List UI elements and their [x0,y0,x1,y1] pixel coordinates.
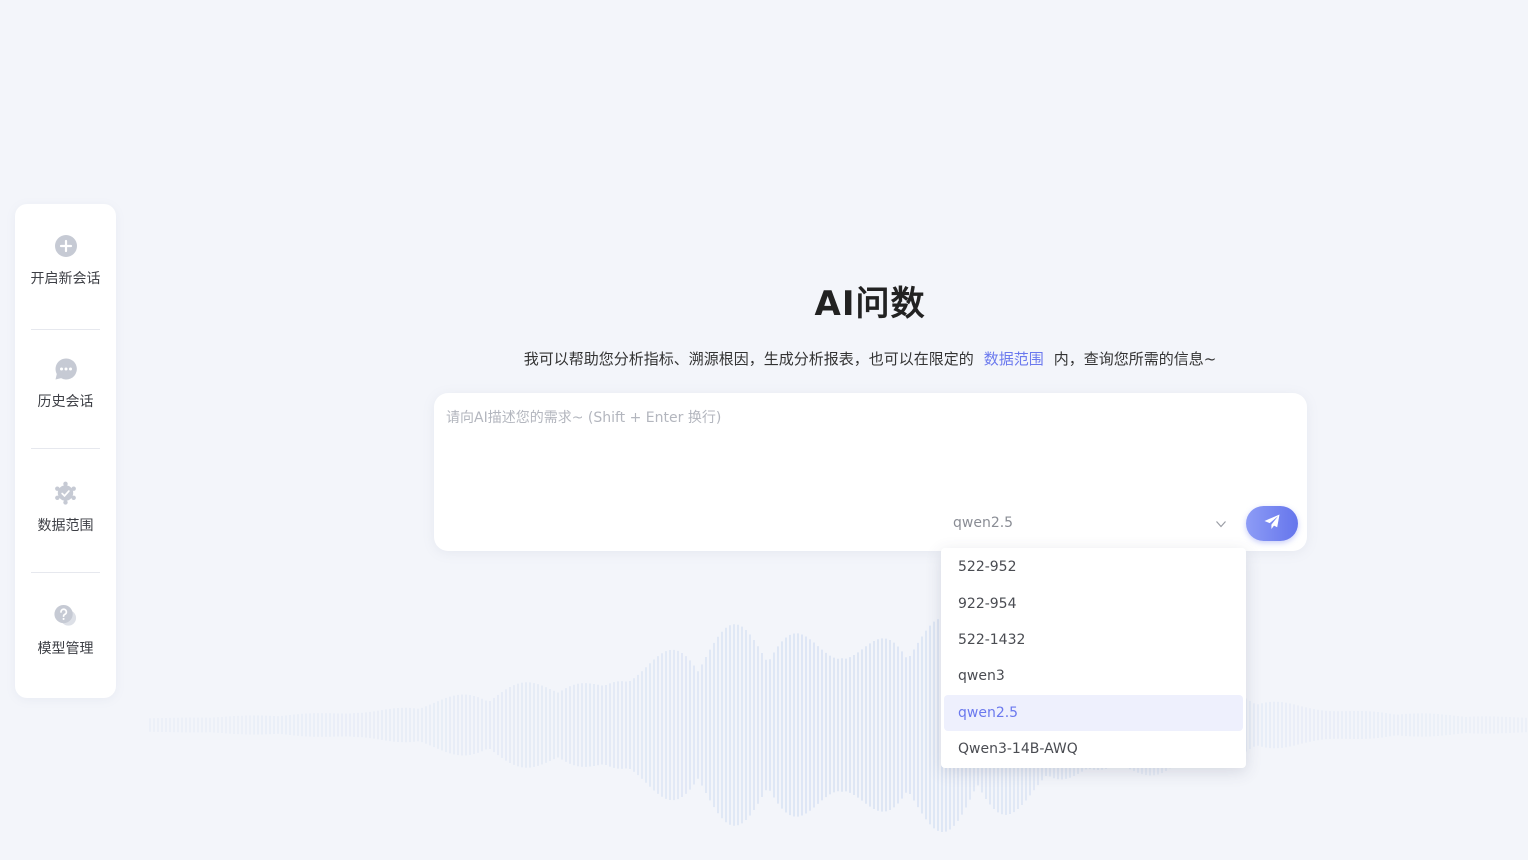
question-chat-icon [53,603,78,628]
model-option-selected[interactable]: qwen2.5 [944,694,1243,731]
sidebar-item-label: 模型管理 [37,641,94,657]
model-dropdown-menu: 522-952 922-954 522-1432 qwen3 qwen2.5 Q… [941,548,1246,768]
data-scope-link[interactable]: 数据范围 [984,350,1044,368]
waveform-background [149,617,1527,833]
sidebar: 开启新会话 历史会话 数据范围 模型管理 [15,204,116,698]
model-option[interactable]: 522-952 [944,549,1243,585]
chevron-down-icon [1214,516,1228,530]
new-chat-button[interactable]: 开启新会话 [15,204,116,314]
sidebar-item-label: 历史会话 [37,394,94,410]
chat-input-card: qwen2.5 [434,393,1307,551]
chat-bubble-icon [53,356,78,381]
sidebar-item-label: 数据范围 [37,518,94,534]
data-scope-icon [53,480,78,505]
model-option[interactable]: qwen3 [944,658,1243,694]
model-option[interactable]: Qwen3-14B-AWQ [944,731,1243,767]
history-chat-button[interactable]: 历史会话 [15,327,116,437]
model-management-button[interactable]: 模型管理 [15,574,116,684]
subtitle-suffix: 内，查询您所需的信息~ [1053,350,1217,368]
paper-plane-icon [1263,513,1281,534]
model-select[interactable]: qwen2.5 [944,510,1236,536]
prompt-input[interactable] [446,407,1286,497]
subtitle-prefix: 我可以帮助您分析指标、溯源根因，生成分析报表，也可以在限定的 [523,350,974,368]
sidebar-item-label: 开启新会话 [30,271,101,287]
page-title: AI问数 [814,284,926,324]
send-button[interactable] [1246,506,1298,541]
plus-circle-icon [53,233,78,258]
divider [31,448,100,449]
divider [31,572,100,573]
model-select-value: qwen2.5 [953,515,1014,531]
model-option[interactable]: 922-954 [944,585,1243,621]
data-scope-button[interactable]: 数据范围 [15,451,116,561]
page-subtitle: 我可以帮助您分析指标、溯源根因，生成分析报表，也可以在限定的 数据范围 内，查询您所… [420,348,1320,369]
model-option[interactable]: 522-1432 [944,622,1243,658]
